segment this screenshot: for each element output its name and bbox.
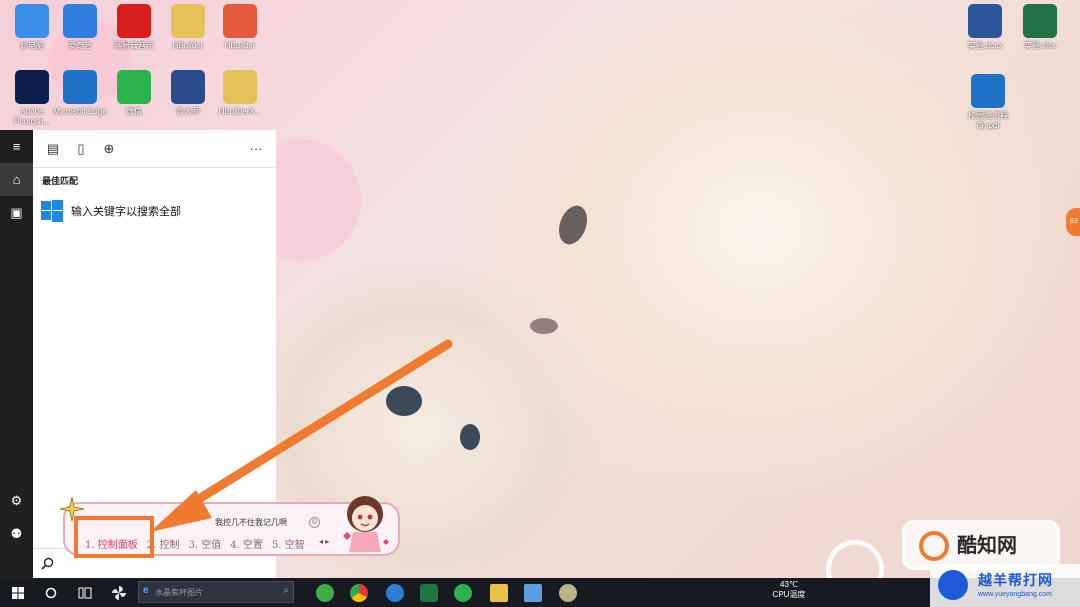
pdf-doc-icon	[971, 74, 1005, 108]
watermark-brand-text: 酷知网	[957, 535, 1017, 557]
desktop-icon[interactable]: 微信	[104, 70, 164, 117]
web-filter-icon[interactable]: ⊕	[95, 135, 123, 163]
photoshop-icon	[15, 70, 49, 104]
hbuilder-icon	[223, 4, 257, 38]
control-panel-app-icon[interactable]	[520, 578, 546, 607]
excel-doc-icon	[1023, 4, 1057, 38]
desktop-icon[interactable]: Microsoft Edge	[50, 70, 110, 117]
desktop-icon-label: HBuilder	[172, 41, 204, 50]
hamburger-menu-icon[interactable]: ≡	[0, 130, 33, 163]
windows-logo-icon	[12, 586, 24, 599]
taskbar-search-box[interactable]: e 水晶紫杯图片 ⌕	[138, 581, 294, 603]
file-explorer-icon[interactable]	[486, 578, 512, 607]
cat-eye	[386, 386, 422, 416]
pinwheel-app-icon[interactable]	[106, 578, 132, 607]
cpu-temperature-readout[interactable]: 43℃ CPU温度	[770, 580, 808, 600]
task-view-icon[interactable]	[72, 578, 98, 607]
desktop-icon-label: HBuilder	[224, 41, 256, 50]
image-viewer-icon[interactable]	[555, 578, 581, 607]
ludashi-icon	[171, 70, 205, 104]
home-icon[interactable]: ⌂	[0, 163, 33, 196]
netease-music-icon	[117, 4, 151, 38]
taskbar: e 水晶紫杯图片 ⌕	[0, 578, 1080, 607]
ime-info-icon[interactable]: ©	[309, 517, 320, 528]
search-icon	[41, 557, 54, 570]
edge-icon	[63, 70, 97, 104]
desktop-icon-label: Microsoft Edge	[53, 107, 107, 116]
windows-logo-icon	[41, 200, 63, 222]
cartoon-girl-icon	[343, 496, 389, 552]
desktop-icon[interactable]: 爱奇艺	[50, 4, 110, 51]
desktop-icon-label: 微信	[126, 107, 142, 116]
floating-side-tag[interactable]: 83	[1066, 208, 1080, 236]
watermark-site: 越羊帮打网 www.yueyangbang.com	[930, 564, 1080, 607]
desktop-icon[interactable]: 校园跑流程(9).pdf	[958, 74, 1018, 131]
video-player-icon	[63, 4, 97, 38]
watermark-site-name: 越羊帮打网	[978, 572, 1053, 588]
best-match-label: 输入关键字以搜索全部	[71, 206, 181, 218]
wechat-icon	[117, 70, 151, 104]
folder-icon	[171, 4, 205, 38]
desktop-icon[interactable]: 实验.xlsx	[1010, 4, 1070, 51]
desktop-icon-label: 网易云音乐	[114, 41, 154, 50]
apps-filter-icon[interactable]: ▤	[39, 135, 67, 163]
more-options-icon[interactable]: ···	[242, 135, 270, 163]
wechat-app-icon[interactable]	[450, 578, 476, 607]
desktop-icon-label: 实验.xlsx	[1024, 41, 1056, 50]
documents-filter-icon[interactable]: ▯	[67, 135, 95, 163]
watermark-site-url: www.yueyangbang.com	[978, 591, 1052, 598]
folder-icon	[223, 70, 257, 104]
start-menu-rail: ≡ ⌂ ▣ ⚙ ⚉	[0, 130, 33, 578]
sogou-icon[interactable]	[382, 578, 408, 607]
windows-start-button[interactable]	[4, 578, 32, 607]
ime-candidate[interactable]: 3. 空值	[188, 536, 221, 551]
desktop-icon-label: 校园跑流程(9).pdf	[968, 111, 1008, 130]
search-results-panel: ▤ ▯ ⊕ ··· 最佳匹配 输入关键字以搜索全部	[33, 130, 276, 548]
computer-icon	[15, 4, 49, 38]
watermark-brand: 酷知网	[902, 520, 1060, 570]
cat-nose	[530, 318, 558, 334]
annotation-highlight-box	[74, 516, 154, 558]
desktop-icon[interactable]: 实验.docx	[955, 4, 1015, 51]
best-match-heading: 最佳匹配	[42, 176, 79, 186]
documents-icon[interactable]: ▣	[0, 196, 33, 229]
ime-candidate[interactable]: 5. 空智	[272, 536, 305, 551]
taskbar-search-text: 水晶紫杯图片	[155, 588, 203, 597]
desktop-icon[interactable]: HBuilderX...	[210, 70, 270, 117]
desktop-icon[interactable]: HBuilder	[210, 4, 270, 51]
desktop-icon-label: 爱奇艺	[68, 41, 92, 50]
cpu-temp-value: 43℃	[780, 580, 798, 589]
brand-logo-icon	[919, 531, 949, 561]
desktop-icon-label: HBuilderX...	[218, 107, 262, 116]
desktop-icon-label: 实验.docx	[967, 41, 1003, 50]
edge-search-icon: e	[143, 585, 149, 596]
desktop-icon[interactable]: HBuilder	[158, 4, 218, 51]
ime-page-arrows-icon[interactable]: ◂ ▸	[319, 537, 329, 546]
excel-app-icon[interactable]	[416, 578, 442, 607]
user-account-icon[interactable]: ⚉	[0, 517, 33, 550]
desktop-icon[interactable]: 网易云音乐	[104, 4, 164, 51]
cat-eye	[553, 201, 593, 249]
chrome-icon[interactable]	[346, 578, 372, 607]
360-browser-icon[interactable]	[312, 578, 338, 607]
cortana-icon[interactable]	[38, 578, 64, 607]
ime-candidate[interactable]: 4. 空置	[230, 536, 263, 551]
desktop-icon[interactable]: 鲁大师	[158, 70, 218, 117]
cpu-temp-label: CPU温度	[772, 590, 806, 599]
ime-composition-text: 我控几不住我记几啊	[215, 518, 287, 527]
settings-gear-icon[interactable]: ⚙	[0, 484, 33, 517]
search-icon: ⌕	[283, 585, 289, 596]
word-doc-icon	[968, 4, 1002, 38]
site-logo-icon	[938, 570, 968, 600]
desktop-icon-label: 鲁大师	[176, 107, 200, 116]
best-match-item[interactable]: 输入关键字以搜索全部	[41, 200, 276, 222]
search-filter-toolbar: ▤ ▯ ⊕ ···	[33, 130, 276, 168]
cat-eye	[460, 424, 480, 450]
